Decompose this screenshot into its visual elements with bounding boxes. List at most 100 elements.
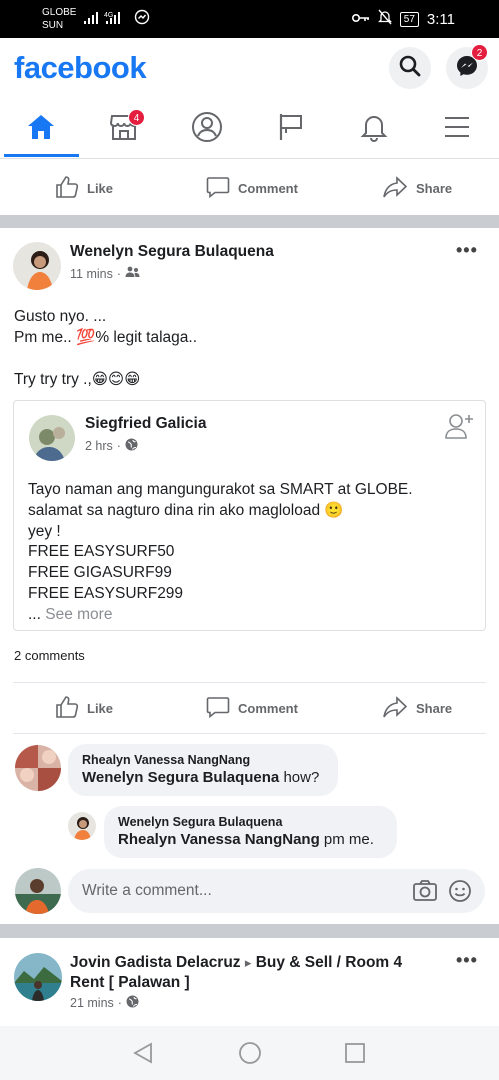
search-icon (398, 54, 422, 83)
home-circle-icon[interactable] (238, 1041, 262, 1070)
comment-icon (206, 695, 230, 722)
shared-post[interactable]: Siegfried Galicia 2 hrs · Tayo naman ang… (13, 400, 486, 631)
home-icon (26, 113, 56, 146)
comment-label: Comment (238, 180, 298, 196)
comment-bubble[interactable]: Rhealyn Vanessa NangNang Wenelyn Segura … (68, 744, 338, 796)
shared-author-avatar[interactable] (29, 415, 75, 461)
commenter-avatar[interactable] (15, 745, 61, 791)
tab-notifications[interactable] (344, 108, 404, 150)
shared-time[interactable]: 2 hrs (85, 439, 113, 453)
hamburger-menu-icon (443, 115, 471, 144)
search-button[interactable] (389, 47, 431, 89)
status-right: 57 3:11 (351, 9, 455, 29)
reply-body: pm me. (323, 831, 374, 848)
comment-icon (206, 175, 230, 202)
hundred-emoji: 💯 (76, 329, 96, 346)
post-separator (0, 215, 499, 228)
next-post-time[interactable]: 21 mins (70, 996, 114, 1010)
tab-menu[interactable] (427, 108, 487, 150)
comment-author[interactable]: Rhealyn Vanessa NangNang (82, 752, 324, 768)
add-friend-button[interactable] (444, 411, 474, 446)
share-icon (382, 175, 408, 202)
carrier-label: GLOBE SUN (42, 6, 76, 32)
globe-icon (125, 438, 138, 454)
mute-icon (377, 9, 392, 29)
marketplace-badge: 4 (128, 109, 145, 126)
meta-dot: · (116, 266, 122, 281)
carrier-top: GLOBE (42, 7, 77, 18)
tab-marketplace[interactable]: 4 (94, 108, 154, 150)
like-icon (55, 175, 79, 202)
emoji-icon[interactable] (448, 879, 472, 908)
key-icon (351, 11, 370, 28)
current-user-avatar[interactable] (15, 868, 61, 914)
camera-icon[interactable] (412, 879, 438, 908)
system-navigation-bar (0, 1026, 499, 1080)
shared-post-text: Tayo naman ang mangungurakot sa SMART at… (28, 480, 413, 626)
back-icon[interactable] (132, 1042, 154, 1069)
share-label: Share (416, 700, 453, 716)
post-separator (0, 924, 499, 938)
tab-profile[interactable] (177, 108, 237, 150)
signal-icon: 4G (84, 10, 128, 29)
post-author[interactable]: Wenelyn Segura Bulaquena (70, 243, 274, 261)
flag-icon (277, 112, 305, 147)
reply-text: Rhealyn Vanessa NangNang pm me. (118, 830, 383, 850)
reply-author[interactable]: Wenelyn Segura Bulaquena (118, 814, 383, 830)
shared-line: FREE EASYSURF50 (28, 543, 175, 561)
facebook-logo[interactable]: facebook (14, 50, 147, 86)
shared-author[interactable]: Siegfried Galicia (85, 415, 206, 433)
next-post-avatar[interactable] (14, 953, 62, 1001)
divider (13, 733, 486, 734)
reply-avatar[interactable] (68, 812, 96, 840)
reply-bubble[interactable]: Wenelyn Segura Bulaquena Rhealyn Vanessa… (104, 806, 397, 858)
reply-mention[interactable]: Rhealyn Vanessa NangNang (118, 831, 320, 848)
post-options-button[interactable]: ••• (456, 240, 478, 261)
tab-pages[interactable] (261, 108, 321, 150)
next-post-group-line-1[interactable]: Buy & Sell / Room 4 (256, 954, 402, 971)
nav-divider (0, 158, 499, 159)
shared-line: FREE EASYSURF299 (28, 584, 184, 602)
write-comment-input[interactable]: Write a comment... (68, 869, 485, 913)
globe-icon (126, 995, 139, 1011)
friends-icon (125, 266, 140, 281)
post-time[interactable]: 11 mins (70, 267, 113, 281)
active-tab-indicator (4, 154, 79, 157)
share-button[interactable]: Share (382, 683, 452, 733)
post-options-button[interactable]: ••• (456, 950, 478, 971)
messenger-button[interactable]: 2 (446, 44, 488, 89)
next-post-author[interactable]: Jovin Gadista Delacruz (70, 954, 241, 971)
like-button[interactable]: Like (55, 683, 113, 733)
comment-button[interactable]: Comment (206, 163, 298, 213)
status-bar: GLOBE SUN 4G 57 3:11 (0, 0, 499, 38)
see-more-link[interactable]: See more (45, 606, 112, 623)
like-label: Like (87, 180, 114, 196)
see-more-row: ... See more (28, 605, 413, 626)
meta-dot: · (116, 439, 121, 453)
messenger-badge: 2 (471, 44, 488, 61)
comment-button[interactable]: Comment (206, 683, 298, 733)
shared-line: yey ! (28, 522, 61, 540)
post-text-line-2-post: % legit talaga.. (95, 329, 198, 346)
carrier-bottom: SUN (42, 20, 64, 31)
recents-icon[interactable] (344, 1042, 366, 1069)
comment-mention[interactable]: Wenelyn Segura Bulaquena (82, 769, 279, 786)
like-icon (55, 695, 79, 722)
comment-body: how? (283, 769, 320, 786)
tab-home[interactable] (11, 108, 71, 150)
share-icon (382, 695, 408, 722)
comments-count[interactable]: 2 comments (14, 648, 85, 663)
meta-dot: · (117, 996, 122, 1010)
share-button[interactable]: Share (382, 163, 452, 213)
bell-icon (360, 112, 388, 147)
avatar[interactable] (13, 242, 61, 290)
main-nav: 4 (0, 100, 499, 158)
arrow-right-icon: ▸ (244, 955, 252, 970)
like-button[interactable]: Like (55, 163, 113, 213)
post-text-line-3: Try try try .,😁😊😁 (14, 371, 141, 388)
profile-icon (191, 111, 223, 148)
comment-placeholder: Write a comment... (82, 882, 212, 899)
post-meta: 11 mins · (70, 266, 140, 281)
post-actions: Like Comment Share (0, 683, 499, 733)
next-post-group-line-2[interactable]: Rent [ Palawan ] (70, 974, 190, 991)
